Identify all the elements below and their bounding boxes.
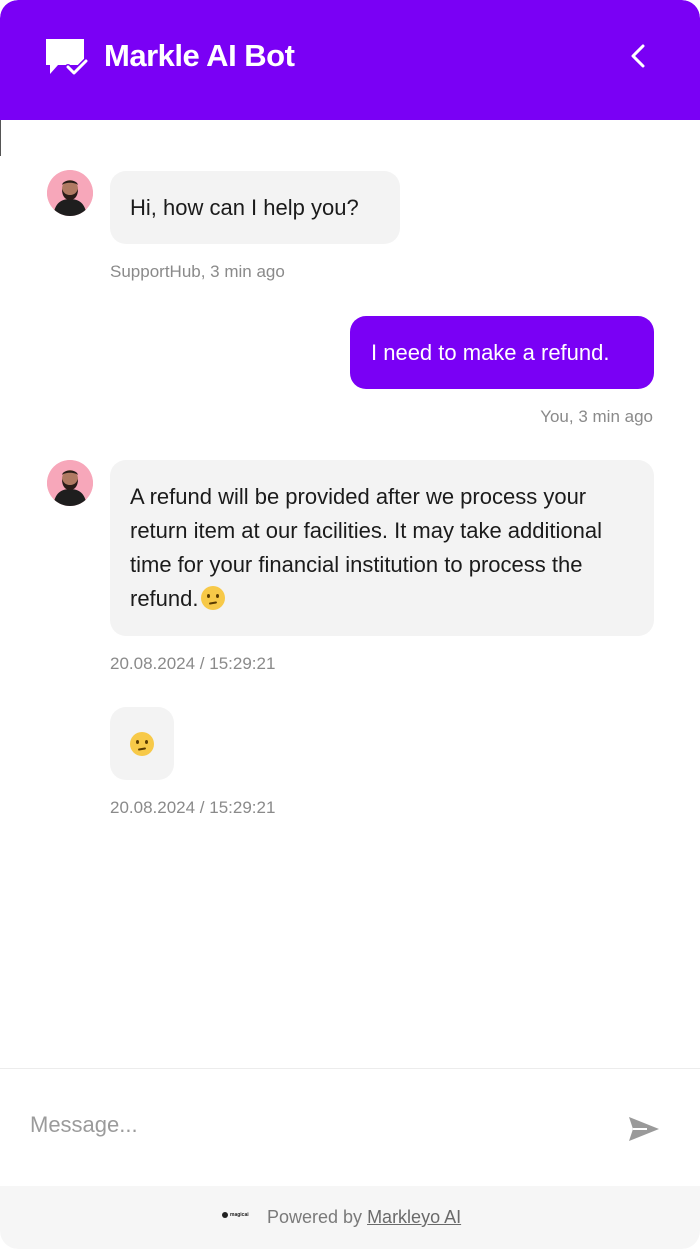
markleyo-link[interactable]: Markleyo AI	[367, 1207, 461, 1227]
powered-by: Powered by Markleyo AI	[267, 1205, 461, 1229]
message-composer	[0, 1068, 700, 1186]
message-meta: SupportHub, 3 min ago	[110, 262, 285, 281]
magicai-logo: magicai	[222, 1212, 249, 1218]
user-message-bubble: I need to make a refund.	[350, 316, 654, 389]
send-button[interactable]	[624, 1111, 664, 1147]
chat-widget: Markle AI Bot Hi, how can I help you? Su…	[0, 0, 700, 1249]
bot-avatar	[47, 460, 93, 506]
back-button[interactable]	[620, 38, 656, 74]
message-bubble: Hi, how can I help you?	[110, 171, 400, 244]
message-meta: You, 3 min ago	[540, 407, 653, 426]
thinking-face-icon	[130, 731, 154, 756]
message-timestamp: 20.08.2024 / 15:29:21	[110, 798, 276, 817]
footer: magicai Powered by Markleyo AI	[0, 1186, 700, 1249]
message-text: Hi, how can I help you?	[130, 195, 359, 220]
thinking-face-icon	[200, 586, 225, 610]
chat-title: Markle AI Bot	[104, 38, 295, 73]
chat-header: Markle AI Bot	[0, 0, 700, 120]
chat-check-icon	[46, 39, 88, 76]
message-bubble: A refund will be provided after we proce…	[110, 460, 654, 636]
message-timestamp: 20.08.2024 / 15:29:21	[110, 654, 276, 673]
message-input[interactable]	[30, 1105, 590, 1145]
powered-by-label: Powered by	[267, 1207, 368, 1227]
bot-avatar	[47, 170, 93, 216]
send-icon	[629, 1117, 659, 1141]
message-text: A refund will be provided after we proce…	[130, 484, 602, 611]
message-text: I need to make a refund.	[371, 340, 610, 365]
message-bubble	[110, 707, 174, 780]
divider	[0, 120, 1, 156]
chevron-left-icon	[631, 44, 645, 68]
